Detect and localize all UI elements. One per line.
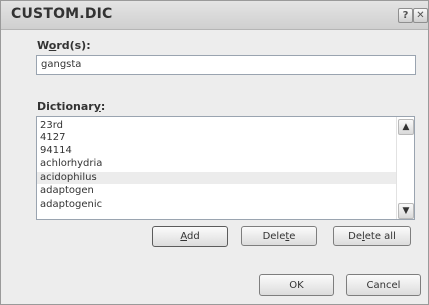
dictionary-label: Dictionary: [37,100,105,113]
dictionary-label-mnemonic: y [93,100,101,113]
dictionary-label-part: Dictionar [37,100,94,113]
words-input[interactable]: gangsta [36,55,416,75]
delete-all-button-label: ete all [364,231,396,242]
add-button-mnemonic: A [180,231,187,242]
list-item[interactable]: 4127 [37,132,397,144]
list-item[interactable]: 23rd [37,120,397,132]
help-icon[interactable]: ? [398,8,413,23]
add-button-label: dd [186,231,200,242]
add-button[interactable]: Add [152,226,228,247]
delete-button[interactable]: Delete [241,226,317,246]
delete-all-button[interactable]: Delete all [333,226,411,246]
title-bar[interactable]: CUSTOM.DIC ? ✕ [1,1,428,30]
dictionary-listbox[interactable]: 23rd 4127 94114 achlorhydria acidophilus… [36,116,415,220]
words-label-part: W [37,39,49,52]
delete-all-button-label: De [348,231,362,242]
cancel-button[interactable]: Cancel [346,274,421,296]
scroll-down-arrow-icon[interactable]: ▼ [398,203,414,219]
dictionary-label-part: : [100,100,106,113]
list-item-selected[interactable]: acidophilus [37,172,397,184]
dialog-title: CUSTOM.DIC [11,6,113,22]
vertical-scrollbar[interactable]: ▲ ▼ [396,117,414,219]
close-icon[interactable]: ✕ [413,8,428,23]
list-item[interactable]: 94114 [37,145,397,157]
ok-button[interactable]: OK [259,274,334,296]
list-item[interactable]: adaptogen [37,185,397,197]
delete-button-label: e [289,231,296,242]
custom-dictionary-dialog: CUSTOM.DIC ? ✕ Word(s): gangsta Dictiona… [0,0,429,305]
scroll-up-arrow-icon[interactable]: ▲ [398,119,414,135]
list-item[interactable]: adaptogenic [37,199,397,211]
delete-button-label: Dele [262,231,286,242]
words-label-part: rd(s): [56,39,91,52]
words-label: Word(s): [37,39,91,52]
list-item[interactable]: achlorhydria [37,158,397,170]
